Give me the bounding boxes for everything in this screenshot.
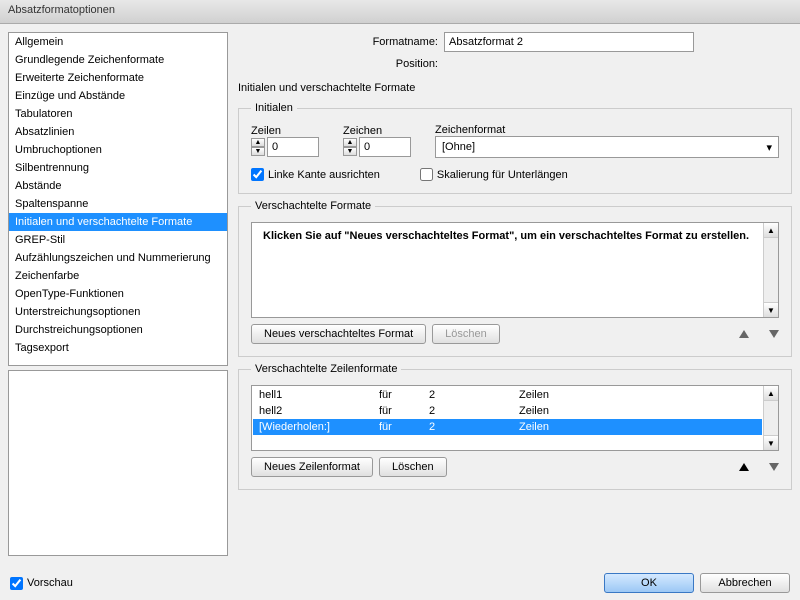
vz-listbox[interactable]: hell1für2Zeilenhell2für2Zeilen[Wiederhol… <box>251 385 779 451</box>
sidebar-item[interactable]: Abstände <box>9 177 227 195</box>
skalierung-input[interactable] <box>420 168 433 181</box>
vf-scrollbar[interactable]: ▲ ▼ <box>763 223 778 317</box>
vf-move-down-icon[interactable] <box>769 330 779 338</box>
sidebar-item[interactable]: Tagsexport <box>9 339 227 357</box>
vz-legend: Verschachtelte Zeilenformate <box>251 363 401 375</box>
zeilen-label: Zeilen <box>251 125 319 137</box>
vorschau-checkbox[interactable]: Vorschau <box>10 577 73 590</box>
zeichen-up[interactable]: ▲ <box>343 138 357 147</box>
scroll-up-icon[interactable]: ▲ <box>764 386 778 401</box>
formatname-input[interactable] <box>444 32 694 52</box>
vz-move-up-icon[interactable] <box>739 463 749 471</box>
zeilen-down[interactable]: ▼ <box>251 147 265 156</box>
scroll-up-icon[interactable]: ▲ <box>764 223 778 238</box>
sidebar-item[interactable]: Allgemein <box>9 33 227 51</box>
sidebar-item[interactable]: Spaltenspanne <box>9 195 227 213</box>
zeilenformate-group: Verschachtelte Zeilenformate hell1für2Ze… <box>238 363 792 490</box>
vf-legend: Verschachtelte Formate <box>251 200 375 212</box>
sidebar-item[interactable]: Absatzlinien <box>9 123 227 141</box>
table-row[interactable]: hell2für2Zeilen <box>253 403 762 419</box>
chevron-down-icon: ▾ <box>766 141 772 154</box>
vf-hint: Klicken Sie auf "Neues verschachteltes F… <box>253 224 762 248</box>
vf-listbox[interactable]: Klicken Sie auf "Neues verschachteltes F… <box>251 222 779 318</box>
sidebar-item[interactable]: Tabulatoren <box>9 105 227 123</box>
sidebar-item[interactable]: Durchstreichungsoptionen <box>9 321 227 339</box>
position-label: Position: <box>238 58 438 70</box>
vorschau-input[interactable] <box>10 577 23 590</box>
page-heading: Initialen und verschachtelte Formate <box>238 82 792 94</box>
sidebar-item[interactable]: Unterstreichungsoptionen <box>9 303 227 321</box>
sidebar-item[interactable]: Erweiterte Zeichenformate <box>9 69 227 87</box>
vz-new-button[interactable]: Neues Zeilenformat <box>251 457 373 477</box>
sidebar-item[interactable]: Silbentrennung <box>9 159 227 177</box>
vf-new-button[interactable]: Neues verschachteltes Format <box>251 324 426 344</box>
vf-move-up-icon[interactable] <box>739 330 749 338</box>
scroll-down-icon[interactable]: ▼ <box>764 302 778 317</box>
zeichenformat-label: Zeichenformat <box>435 124 779 136</box>
verschachtelte-formate-group: Verschachtelte Formate Klicken Sie auf "… <box>238 200 792 357</box>
scroll-down-icon[interactable]: ▼ <box>764 435 778 450</box>
sidebar-item[interactable]: Umbruchoptionen <box>9 141 227 159</box>
sidebar-item[interactable]: Initialen und verschachtelte Formate <box>9 213 227 231</box>
initialen-legend: Initialen <box>251 102 297 114</box>
sidebar-item[interactable]: Einzüge und Abstände <box>9 87 227 105</box>
zeichenformat-value: [Ohne] <box>442 141 475 153</box>
formatname-label: Formatname: <box>238 36 438 48</box>
table-row[interactable]: hell1für2Zeilen <box>253 387 762 403</box>
sidebar-item[interactable]: OpenType-Funktionen <box>9 285 227 303</box>
zeichen-label: Zeichen <box>343 125 411 137</box>
cancel-button[interactable]: Abbrechen <box>700 573 790 593</box>
linke-kante-input[interactable] <box>251 168 264 181</box>
ok-button[interactable]: OK <box>604 573 694 593</box>
zeichen-input[interactable] <box>359 137 411 157</box>
linke-kante-checkbox[interactable]: Linke Kante ausrichten <box>251 168 380 181</box>
vz-scrollbar[interactable]: ▲ ▼ <box>763 386 778 450</box>
sidebar-item[interactable]: Aufzählungszeichen und Nummerierung <box>9 249 227 267</box>
initialen-group: Initialen Zeilen ▲ ▼ Zeichen <box>238 102 792 194</box>
vf-delete-button[interactable]: Löschen <box>432 324 500 344</box>
category-list[interactable]: AllgemeinGrundlegende ZeichenformateErwe… <box>8 32 228 366</box>
zeilen-up[interactable]: ▲ <box>251 138 265 147</box>
preview-box <box>8 370 228 556</box>
vz-move-down-icon[interactable] <box>769 463 779 471</box>
window-title: Absatzformatoptionen <box>0 0 800 24</box>
sidebar-item[interactable]: Zeichenfarbe <box>9 267 227 285</box>
zeichen-down[interactable]: ▼ <box>343 147 357 156</box>
zeichenformat-select[interactable]: [Ohne] ▾ <box>435 136 779 158</box>
table-row[interactable]: [Wiederholen:]für2Zeilen <box>253 419 762 435</box>
sidebar-item[interactable]: Grundlegende Zeichenformate <box>9 51 227 69</box>
sidebar-item[interactable]: GREP-Stil <box>9 231 227 249</box>
vz-delete-button[interactable]: Löschen <box>379 457 447 477</box>
skalierung-checkbox[interactable]: Skalierung für Unterlängen <box>420 168 568 181</box>
zeilen-input[interactable] <box>267 137 319 157</box>
